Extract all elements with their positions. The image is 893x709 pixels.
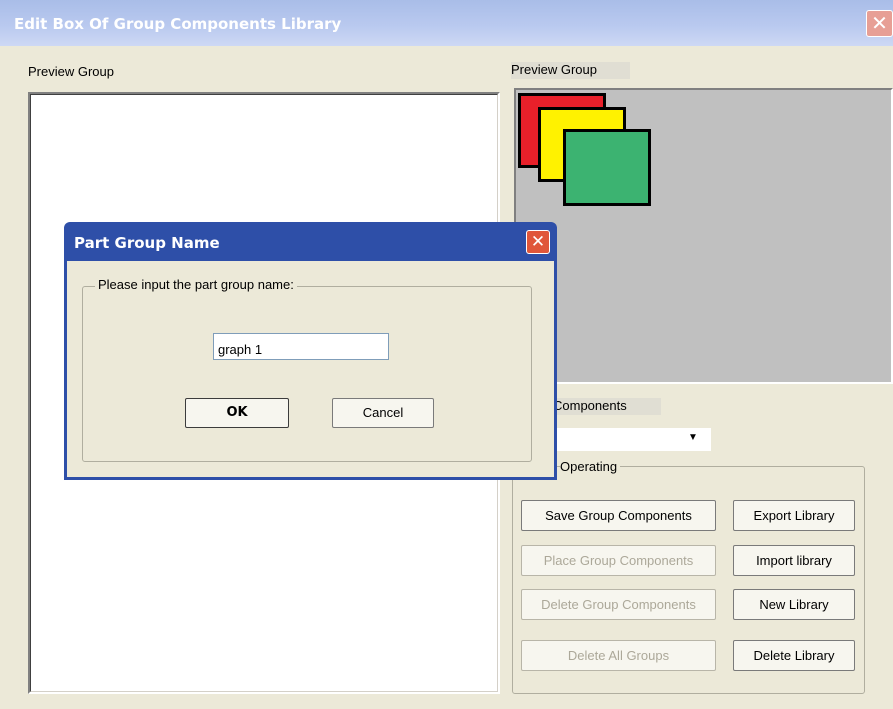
export-library-button[interactable]: Export Library <box>733 500 855 531</box>
operating-legend: Operating <box>560 459 621 474</box>
main-window-title: Edit Box Of Group Components Library <box>14 15 342 33</box>
green-square <box>563 129 651 206</box>
delete-group-components-button[interactable]: Delete Group Components <box>521 589 716 620</box>
delete-all-groups-button[interactable]: Delete All Groups <box>521 640 716 671</box>
dialog-close-button[interactable]: ✕ <box>526 230 550 254</box>
ok-button[interactable]: OK <box>185 398 289 428</box>
close-icon: ✕ <box>530 232 546 252</box>
import-library-button[interactable]: Import library <box>733 545 855 576</box>
close-icon: ✕ <box>871 11 888 35</box>
save-group-components-button[interactable]: Save Group Components <box>521 500 716 531</box>
main-close-button[interactable]: ✕ <box>866 10 893 37</box>
dialog-groupbox <box>82 286 532 462</box>
dialog-prompt-label: Please input the part group name: <box>95 277 297 292</box>
right-preview-canvas <box>514 88 893 384</box>
chevron-down-icon[interactable]: ▼ <box>686 432 700 443</box>
left-preview-label: Preview Group <box>28 64 114 79</box>
new-library-button[interactable]: New Library <box>733 589 855 620</box>
place-group-components-button[interactable]: Place Group Components <box>521 545 716 576</box>
components-label: Components <box>553 398 661 415</box>
part-group-name-input[interactable] <box>213 333 389 360</box>
dialog-title: Part Group Name <box>74 234 220 252</box>
cancel-button[interactable]: Cancel <box>332 398 434 428</box>
delete-library-button[interactable]: Delete Library <box>733 640 855 671</box>
right-preview-label: Preview Group <box>511 62 630 79</box>
